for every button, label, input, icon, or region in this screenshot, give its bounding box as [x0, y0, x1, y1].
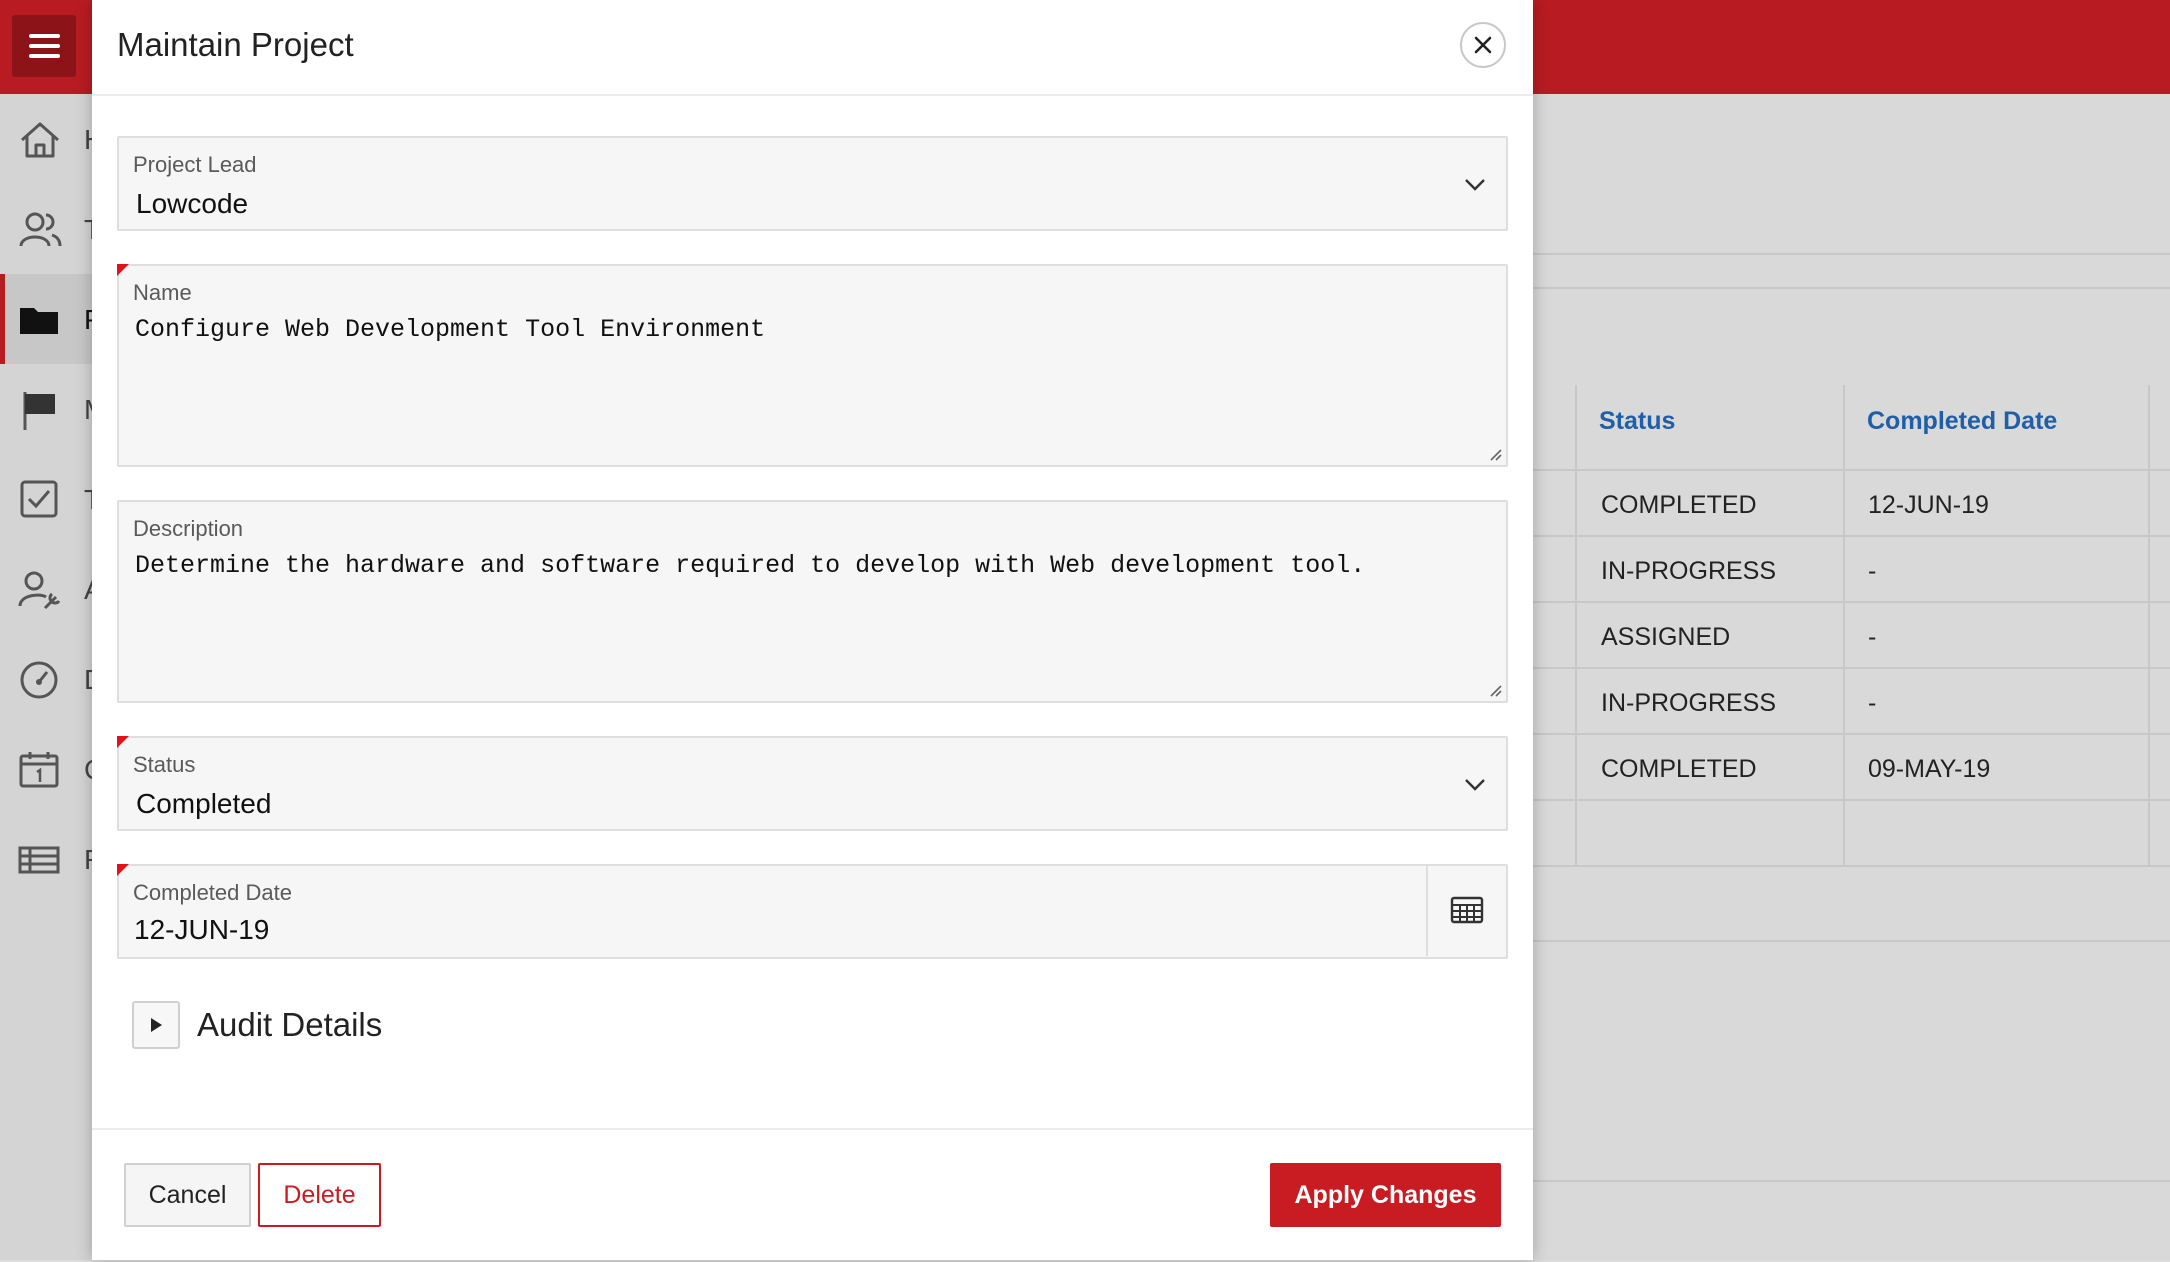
required-indicator: [117, 736, 129, 748]
table-row: [1533, 799, 2170, 867]
audit-details-heading[interactable]: Audit Details: [197, 1006, 382, 1044]
status-select[interactable]: Status Completed: [117, 736, 1508, 831]
menu-icon[interactable]: [12, 15, 76, 77]
dialog-footer: Cancel Delete Apply Changes: [92, 1128, 1533, 1262]
dashboard-icon: [20, 661, 58, 699]
table-row: IN-PROGRESS -: [1533, 667, 2170, 735]
name-field[interactable]: Name Configure Web Development Tool Envi…: [117, 264, 1508, 467]
status-label: Status: [133, 752, 196, 777]
chevron-down-icon: [1465, 179, 1485, 191]
flag-icon: [23, 392, 55, 430]
completed-date-label: Completed Date: [133, 880, 292, 905]
report-icon: [18, 846, 60, 874]
status-value: Completed: [136, 788, 272, 819]
column-header-completed-date[interactable]: Completed Date: [1867, 407, 2057, 436]
calendar-icon: [19, 752, 59, 788]
close-button[interactable]: [1460, 22, 1506, 68]
name-label: Name: [133, 280, 192, 305]
column-header-status[interactable]: Status: [1599, 407, 1675, 436]
audit-details-toggle[interactable]: [132, 1001, 180, 1049]
table-row: COMPLETED 12-JUN-19: [1533, 469, 2170, 537]
completed-date-value: 12-JUN-19: [134, 914, 270, 945]
description-field[interactable]: Description Determine the hardware and s…: [117, 500, 1508, 703]
resize-handle-icon[interactable]: [1488, 683, 1502, 697]
name-value: Configure Web Development Tool Environme…: [135, 315, 766, 344]
dialog-title: Maintain Project: [117, 26, 354, 63]
sidebar-item-reports[interactable]: R: [0, 814, 104, 904]
sidebar-item-calendar[interactable]: C: [0, 724, 104, 814]
project-lead-value: Lowcode: [136, 188, 249, 219]
table-row: COMPLETED 09-MAY-19: [1533, 733, 2170, 801]
required-indicator: [117, 264, 129, 276]
sidebar-item-milestones[interactable]: M: [0, 364, 107, 454]
resize-handle-icon[interactable]: [1488, 447, 1502, 461]
dialog-header: Maintain Project: [92, 0, 1533, 96]
sidebar-item-admin[interactable]: A: [0, 544, 103, 634]
chevron-down-icon: [1465, 779, 1485, 791]
expand-triangle-icon: [151, 1018, 162, 1032]
apply-changes-button[interactable]: Apply Changes: [1270, 1163, 1501, 1227]
description-value: Determine the hardware and software requ…: [135, 551, 1366, 580]
description-label: Description: [133, 516, 244, 541]
folder-icon: [20, 308, 58, 334]
table-row: IN-PROGRESS -: [1533, 535, 2170, 603]
maintain-project-dialog: Maintain Project Project Lead Lowcode Na…: [92, 0, 1533, 1260]
admin-icon: [18, 571, 61, 610]
project-lead-label: Project Lead: [133, 152, 257, 177]
table-row: ASSIGNED -: [1533, 601, 2170, 669]
date-picker-button[interactable]: [1426, 866, 1506, 956]
sidebar-item-tasks[interactable]: T: [0, 454, 101, 544]
sidebar-nav: H T P M T A D C R: [0, 94, 107, 1260]
team-icon: [19, 212, 62, 247]
projects-report: Status Completed Date COMPLETED 12-JUN-1…: [1533, 385, 2170, 867]
calendar-picker-icon: [1450, 896, 1484, 924]
delete-button[interactable]: Delete: [258, 1163, 381, 1227]
close-icon: [1474, 36, 1492, 54]
sidebar-item-dashboard[interactable]: D: [0, 634, 104, 724]
sidebar-item-projects[interactable]: P: [0, 274, 103, 364]
sidebar-item-team[interactable]: T: [0, 184, 101, 274]
sidebar-item-home[interactable]: H: [0, 94, 104, 184]
checkbox-icon: [20, 480, 58, 518]
cancel-button[interactable]: Cancel: [124, 1163, 251, 1227]
required-indicator: [117, 864, 129, 876]
completed-date-field[interactable]: Completed Date 12-JUN-19: [117, 864, 1508, 959]
project-lead-select[interactable]: Project Lead Lowcode: [117, 136, 1508, 231]
home-icon: [21, 122, 59, 158]
